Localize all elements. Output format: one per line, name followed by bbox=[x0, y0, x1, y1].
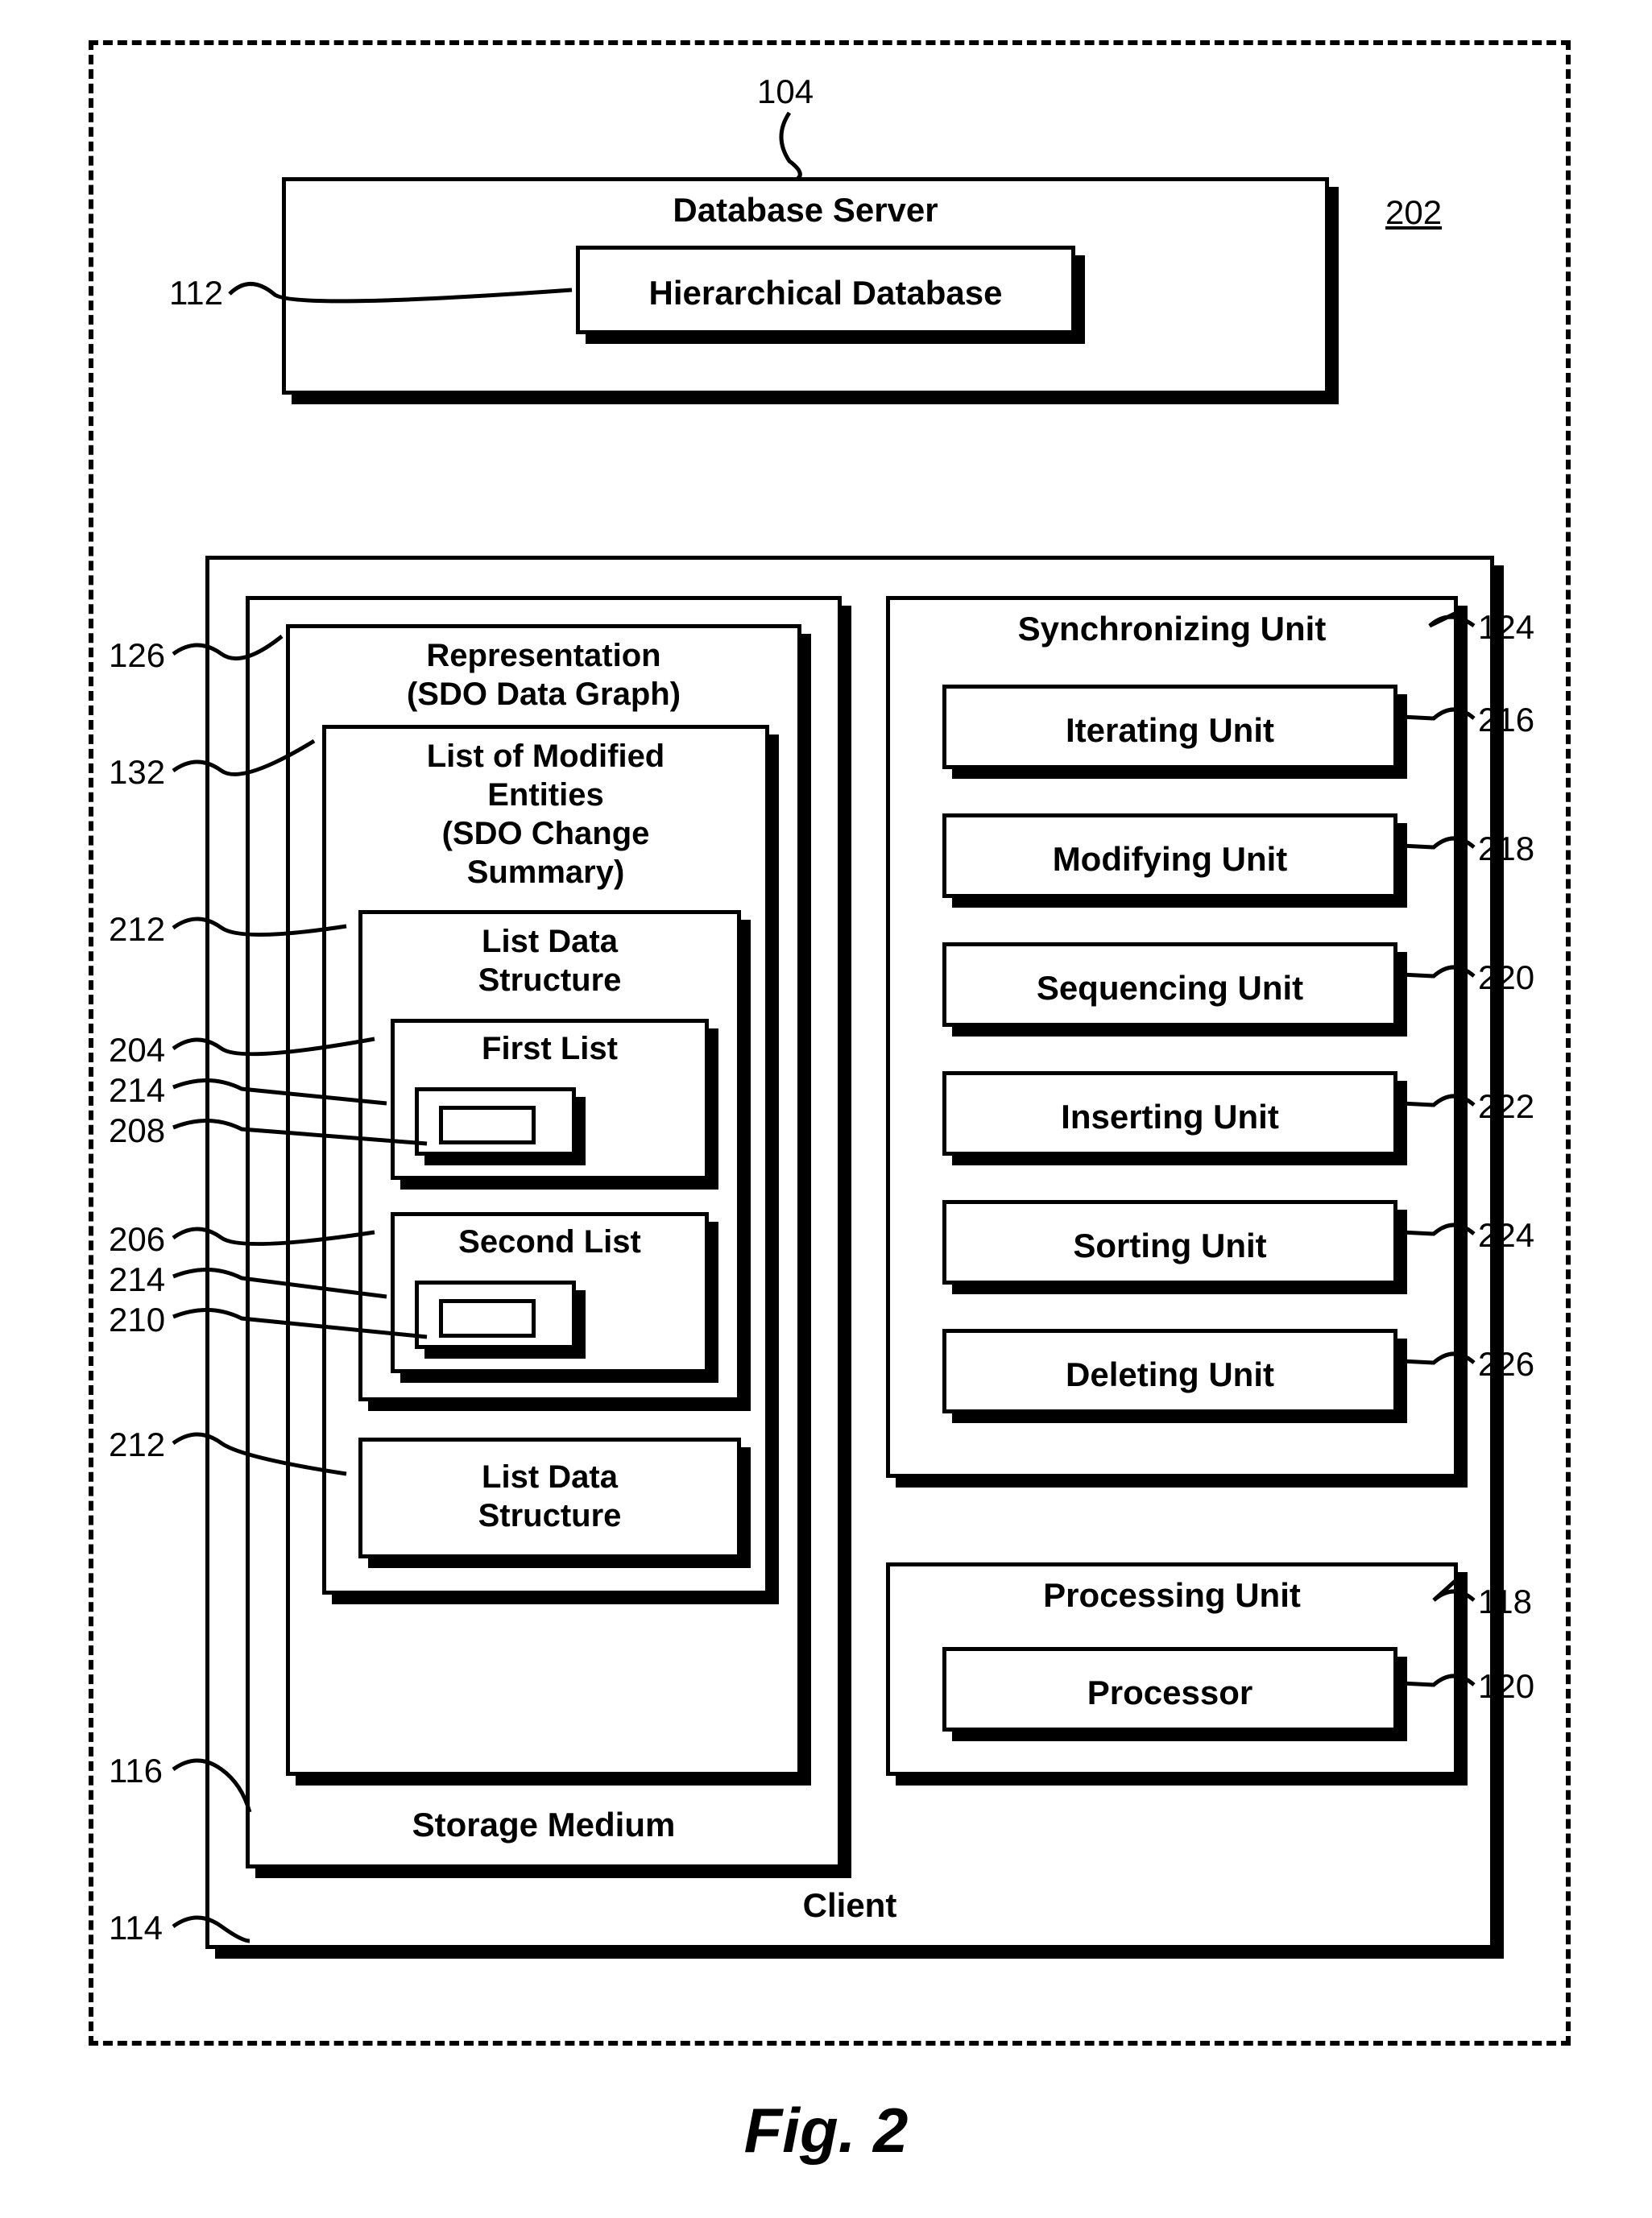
ref-104: 104 bbox=[757, 72, 814, 111]
sorting-unit-label: Sorting Unit bbox=[946, 1204, 1393, 1265]
processor-box: Processor bbox=[942, 1647, 1397, 1732]
synchronizing-unit-box: Synchronizing Unit Iterating Unit Modify… bbox=[886, 596, 1458, 1478]
ref-208: 208 bbox=[109, 1111, 165, 1150]
first-list-label: First List bbox=[395, 1023, 705, 1067]
ref-226: 226 bbox=[1478, 1345, 1534, 1384]
ref-132: 132 bbox=[109, 753, 165, 792]
deleting-unit-label: Deleting Unit bbox=[946, 1333, 1393, 1394]
sequencing-unit-label: Sequencing Unit bbox=[946, 946, 1393, 1008]
deleting-unit-box: Deleting Unit bbox=[942, 1329, 1397, 1413]
ref-126: 126 bbox=[109, 636, 165, 675]
inserting-unit-label: Inserting Unit bbox=[946, 1075, 1393, 1136]
representation-box: Representation (SDO Data Graph) List of … bbox=[286, 624, 801, 1776]
modifying-unit-box: Modifying Unit bbox=[942, 813, 1397, 898]
ref-206: 206 bbox=[109, 1220, 165, 1259]
ref-112: 112 bbox=[169, 274, 223, 312]
second-list-box: Second List bbox=[391, 1212, 709, 1373]
database-server-box: Database Server Hierarchical Database bbox=[282, 177, 1329, 395]
ref-114: 114 bbox=[109, 1909, 163, 1947]
ref-118: 118 bbox=[1478, 1583, 1532, 1621]
second-list-reference-box bbox=[415, 1281, 576, 1349]
modifying-unit-label: Modifying Unit bbox=[946, 817, 1393, 879]
ref-214-lower: 214 bbox=[109, 1260, 165, 1299]
sorting-unit-box: Sorting Unit bbox=[942, 1200, 1397, 1285]
representation-label: Representation (SDO Data Graph) bbox=[290, 628, 797, 714]
list-data-structure-upper-label: List Data Structure bbox=[362, 914, 737, 999]
ref-124: 124 bbox=[1478, 608, 1534, 647]
first-list-box: First List bbox=[391, 1019, 709, 1180]
ref-220: 220 bbox=[1478, 958, 1534, 997]
ref-224: 224 bbox=[1478, 1216, 1534, 1255]
list-data-structure-lower: List Data Structure bbox=[358, 1438, 741, 1558]
first-list-inner-ref bbox=[439, 1106, 536, 1144]
ref-120: 120 bbox=[1478, 1667, 1534, 1706]
ref-214-upper: 214 bbox=[109, 1071, 165, 1110]
list-modified-entities-label: List of Modified Entities (SDO Change Su… bbox=[326, 729, 765, 892]
client-box: Client Storage Medium Representation (SD… bbox=[205, 556, 1494, 1949]
ref-222: 222 bbox=[1478, 1087, 1534, 1126]
storage-medium-label: Storage Medium bbox=[250, 1806, 838, 1844]
ref-116: 116 bbox=[109, 1752, 163, 1790]
sequencing-unit-box: Sequencing Unit bbox=[942, 942, 1397, 1027]
ref-204: 204 bbox=[109, 1031, 165, 1070]
synchronizing-unit-label: Synchronizing Unit bbox=[890, 600, 1454, 648]
hierarchical-database-label: Hierarchical Database bbox=[580, 250, 1071, 312]
ref-212-lower: 212 bbox=[109, 1426, 165, 1464]
hierarchical-database-box: Hierarchical Database bbox=[576, 246, 1075, 334]
list-modified-entities-box: List of Modified Entities (SDO Change Su… bbox=[322, 725, 769, 1595]
client-label: Client bbox=[209, 1886, 1490, 1925]
second-list-label: Second List bbox=[395, 1216, 705, 1260]
iterating-unit-box: Iterating Unit bbox=[942, 685, 1397, 769]
list-data-structure-upper: List Data Structure First List bbox=[358, 910, 741, 1401]
processing-unit-box: Processing Unit Processor bbox=[886, 1562, 1458, 1776]
ref-218: 218 bbox=[1478, 830, 1534, 868]
processing-unit-label: Processing Unit bbox=[890, 1566, 1454, 1615]
list-data-structure-lower-label: List Data Structure bbox=[362, 1442, 737, 1535]
ref-212-upper: 212 bbox=[109, 910, 165, 949]
inserting-unit-box: Inserting Unit bbox=[942, 1071, 1397, 1156]
ref-210: 210 bbox=[109, 1301, 165, 1339]
processor-label: Processor bbox=[946, 1651, 1393, 1712]
diagram-canvas: 104 202 Database Server Hierarchical Dat… bbox=[0, 0, 1652, 2218]
second-list-inner-ref bbox=[439, 1299, 536, 1338]
iterating-unit-label: Iterating Unit bbox=[946, 689, 1393, 750]
ref-202: 202 bbox=[1385, 193, 1442, 232]
ref-216: 216 bbox=[1478, 701, 1534, 739]
figure-caption: Fig. 2 bbox=[0, 2094, 1652, 2167]
storage-medium-box: Storage Medium Representation (SDO Data … bbox=[246, 596, 842, 1868]
database-server-label: Database Server bbox=[286, 181, 1325, 230]
first-list-reference-box bbox=[415, 1087, 576, 1156]
